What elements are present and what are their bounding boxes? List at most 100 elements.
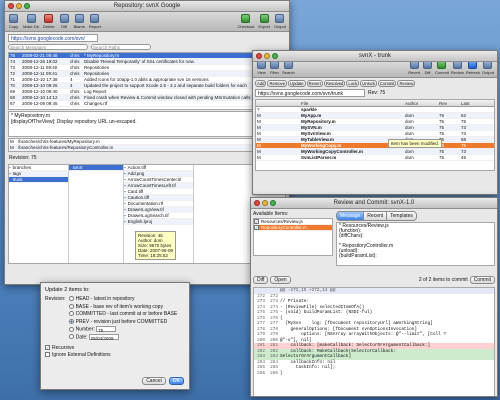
radio-icon[interactable] xyxy=(68,318,74,324)
minimize-icon[interactable] xyxy=(16,3,22,9)
radio-icon[interactable] xyxy=(68,334,74,340)
update-sheet-title: Update 2 items to: xyxy=(45,287,90,293)
code-text: options: [NSArray arrayWithObjects: @"--… xyxy=(280,332,446,337)
refresh-tool-button[interactable]: Refresh xyxy=(466,60,480,75)
checkbox-icon[interactable]: ✓ xyxy=(45,344,50,350)
option-date[interactable]: Date: 05/04/2009 xyxy=(68,333,178,342)
trunk-titlebar[interactable]: svnX - trunk xyxy=(253,51,497,62)
log-table: 75 2009-02-21 09:48 chris * MyRepository.m 7… xyxy=(8,52,286,110)
repository-titlebar[interactable]: Repository: svnX Google xyxy=(5,1,289,12)
filter-button[interactable]: Filter xyxy=(269,60,280,75)
status-cell: M xyxy=(257,155,261,160)
trunk-file-row[interactable]: M SvnListParser.m dom 75 45 xyxy=(256,155,494,161)
commit-tool-button[interactable]: Commit xyxy=(435,60,449,75)
browser-item-label: DrawerLogSearch.tif xyxy=(127,213,169,218)
tab-message[interactable]: Message xyxy=(337,212,365,220)
browser-item[interactable]: ▪ trunk xyxy=(9,177,68,183)
zoom-icon[interactable] xyxy=(272,53,278,59)
trunk-cell: 73 xyxy=(461,125,467,130)
checkbox-icon[interactable]: ✓ xyxy=(254,219,259,224)
trunk-cell xyxy=(460,107,482,112)
radio-icon[interactable] xyxy=(68,311,74,317)
tab-templates[interactable]: Templates xyxy=(387,212,416,220)
option-number[interactable]: Number: 75 xyxy=(68,326,178,334)
log-row[interactable]: 67 2008-12-09 09:45 chris Changes.rtf xyxy=(9,101,285,107)
trunk-update-button[interactable]: Update xyxy=(288,80,306,87)
delete-button[interactable]: Delete xyxy=(43,14,55,29)
diff-tool-button[interactable]: Diff xyxy=(422,60,433,75)
trunk-resolved-button[interactable]: Resolved xyxy=(323,80,346,87)
close-icon[interactable] xyxy=(8,3,14,9)
trunk-commit-button[interactable]: Commit xyxy=(378,80,397,87)
export-button[interactable]: Export xyxy=(258,14,270,29)
option-prev[interactable]: PREV - revision just before COMMITTED xyxy=(68,318,178,327)
tab-recent[interactable]: Recent xyxy=(364,212,388,220)
open-button[interactable]: Open xyxy=(270,276,291,284)
trunk-review-button[interactable]: Review xyxy=(397,80,416,87)
option-committed[interactable]: COMMITTED - last commit at or before BAS… xyxy=(68,311,177,319)
message-line: (buildParamList): xyxy=(339,253,377,259)
log-cell: 2008-12-10 17:38 xyxy=(22,77,58,82)
trunk-unlock-button[interactable]: Unlock xyxy=(360,80,378,87)
search-messages-input[interactable]: Search Messages xyxy=(8,44,88,50)
log-cell: chris xyxy=(70,101,80,106)
browser-item[interactable]: ▪ svnX xyxy=(69,165,123,171)
zoom-icon[interactable] xyxy=(270,200,276,206)
trunk-url[interactable]: https://svnx.googlecode.com/svn/trunk xyxy=(255,89,365,97)
browser-item[interactable]: ▪ English.lproj xyxy=(124,219,193,225)
minimize-icon[interactable] xyxy=(262,200,268,206)
path-row[interactable]: M/branches/chris-features/RepositoryCont… xyxy=(9,145,285,151)
option-base[interactable]: BASE - base rev of item's working copy xyxy=(68,303,178,312)
code-text: callback: [makeCallback: SelectorOrArgum… xyxy=(280,343,431,348)
revert-tool-button[interactable]: Revert xyxy=(408,60,420,75)
minimize-icon[interactable] xyxy=(264,53,270,59)
radio-icon[interactable] xyxy=(68,326,74,332)
search-button[interactable]: Search xyxy=(282,60,295,75)
commit-button[interactable]: Commit xyxy=(469,276,495,284)
diff-button[interactable]: Diff xyxy=(59,14,70,29)
view-button[interactable]: View xyxy=(256,60,267,75)
search-paths-input[interactable]: Search Paths xyxy=(91,44,151,50)
close-icon[interactable] xyxy=(256,53,262,59)
make-dir-button[interactable]: Make Dir xyxy=(23,14,39,29)
close-icon[interactable] xyxy=(254,200,260,206)
checkout-button[interactable]: Checkout xyxy=(238,14,254,29)
repository-url[interactable]: https://svnx.googlecode.com/svn/ xyxy=(8,34,98,42)
option-head[interactable]: HEAD - latest in repository xyxy=(68,296,178,304)
trunk-add-button[interactable]: Add xyxy=(255,80,267,87)
output-tool-button[interactable]: Output xyxy=(482,60,494,75)
checkbox-icon[interactable] xyxy=(45,351,50,357)
copy-button[interactable]: Copy xyxy=(8,14,19,29)
ok-button[interactable]: OK xyxy=(168,377,184,385)
repository-toolbar: Copy Make Dir Delete Diff Blame Report C… xyxy=(5,12,289,32)
ignore-externals-checkbox[interactable]: Ignore External Definitions xyxy=(45,352,185,359)
file-icon: ▪ xyxy=(124,183,126,188)
trunk-remove-button[interactable]: Remove xyxy=(267,80,288,87)
log-cell: chris xyxy=(70,65,80,70)
trunk-cell: 75 xyxy=(461,143,467,148)
message-panel: Message Recent Templates * Resources/Rev… xyxy=(336,211,495,267)
report-button[interactable]: Report xyxy=(89,14,101,29)
date-field[interactable]: 05/04/2009 xyxy=(88,333,119,341)
checkbox-icon[interactable]: ✓ xyxy=(254,225,259,230)
browser-column-2: ▪ svnX xyxy=(69,165,124,263)
review-titlebar[interactable]: Review and Commit: svnX-1.0 xyxy=(251,198,497,209)
radio-icon[interactable] xyxy=(68,296,74,302)
number-field[interactable]: 75 xyxy=(96,326,117,333)
diff-button[interactable]: Diff xyxy=(253,276,269,284)
blame-button[interactable]: Blame xyxy=(74,14,85,29)
zoom-icon[interactable] xyxy=(24,3,30,9)
review-item[interactable]: ✓ RepositoryController.m xyxy=(254,225,332,231)
delete-icon xyxy=(44,14,54,23)
trunk-revert-button[interactable]: Revert xyxy=(306,80,323,87)
browser-item-label: branches xyxy=(12,165,32,170)
radio-icon[interactable] xyxy=(68,303,74,309)
trunk-lock-button[interactable]: Lock xyxy=(346,80,360,87)
cancel-button[interactable]: Cancel xyxy=(142,377,166,385)
trunk-file-table: File Author Rev Last ? sparkle M MyApp.m dom… xyxy=(255,99,495,171)
output-button[interactable]: Output xyxy=(274,14,286,29)
review-tool-button[interactable]: Review xyxy=(451,60,464,75)
trunk-cell: 62 xyxy=(461,113,467,118)
commit-message-text[interactable]: * Resources/Review.js (function): (diffCha… xyxy=(336,222,495,266)
recursive-checkbox[interactable]: ✓ Recursive xyxy=(45,345,185,352)
